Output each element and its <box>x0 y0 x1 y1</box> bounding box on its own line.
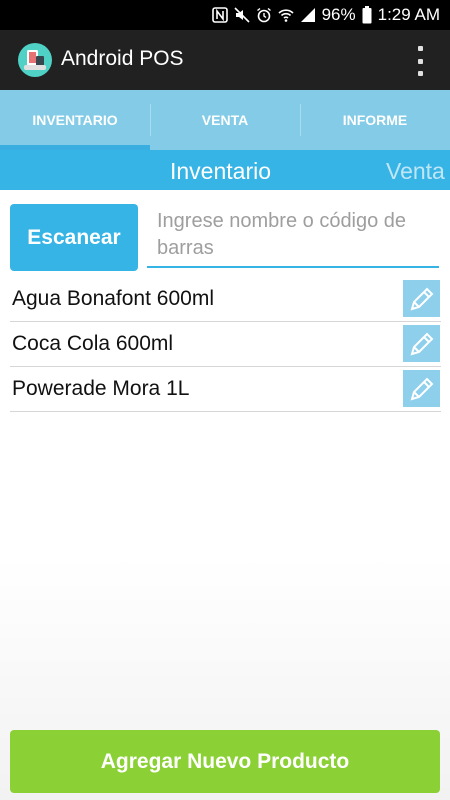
pencil-icon <box>410 377 433 400</box>
pager-next-title[interactable]: Venta <box>386 158 445 185</box>
list-item[interactable]: Powerade Mora 1L <box>10 367 441 412</box>
inventory-page: Escanear Agua Bonafont 600ml Coca Cola 6… <box>0 190 450 800</box>
product-list: Agua Bonafont 600ml Coca Cola 600ml Powe… <box>10 277 441 412</box>
scan-button[interactable]: Escanear <box>10 204 138 271</box>
status-bar: 96% 1:29 AM <box>0 0 450 30</box>
tab-bar: INVENTARIO VENTA INFORME <box>0 90 450 150</box>
overflow-menu-icon[interactable] <box>412 46 428 76</box>
tab-informe[interactable]: INFORME <box>300 90 450 150</box>
pos-app-icon <box>18 43 52 77</box>
list-item[interactable]: Agua Bonafont 600ml <box>10 277 441 322</box>
signal-icon <box>300 7 316 23</box>
nfc-icon <box>211 7 228 23</box>
status-icons: 96% 1:29 AM <box>211 0 440 30</box>
pencil-icon <box>410 332 433 355</box>
wifi-icon <box>278 7 294 23</box>
product-name: Coca Cola 600ml <box>12 332 174 355</box>
battery-percent: 96% <box>321 5 356 24</box>
app-title: Android POS <box>61 47 184 70</box>
pencil-icon <box>410 287 433 310</box>
battery-icon <box>362 6 372 24</box>
mute-icon <box>234 7 250 23</box>
list-item[interactable]: Coca Cola 600ml <box>10 322 441 367</box>
pager-current-title: Inventario <box>170 158 272 184</box>
clock: 1:29 AM <box>377 5 440 24</box>
pager-title-strip: Inventario Venta <box>0 150 450 190</box>
edit-button[interactable] <box>403 370 440 407</box>
action-bar: Android POS <box>0 30 450 90</box>
search-input[interactable] <box>147 208 439 268</box>
tab-venta[interactable]: VENTA <box>150 90 300 150</box>
product-name: Agua Bonafont 600ml <box>12 287 214 310</box>
alarm-icon <box>256 7 272 23</box>
product-name: Powerade Mora 1L <box>12 377 190 400</box>
add-product-button[interactable]: Agregar Nuevo Producto <box>10 730 440 793</box>
edit-button[interactable] <box>403 325 440 362</box>
edit-button[interactable] <box>403 280 440 317</box>
tab-inventario[interactable]: INVENTARIO <box>0 90 150 150</box>
